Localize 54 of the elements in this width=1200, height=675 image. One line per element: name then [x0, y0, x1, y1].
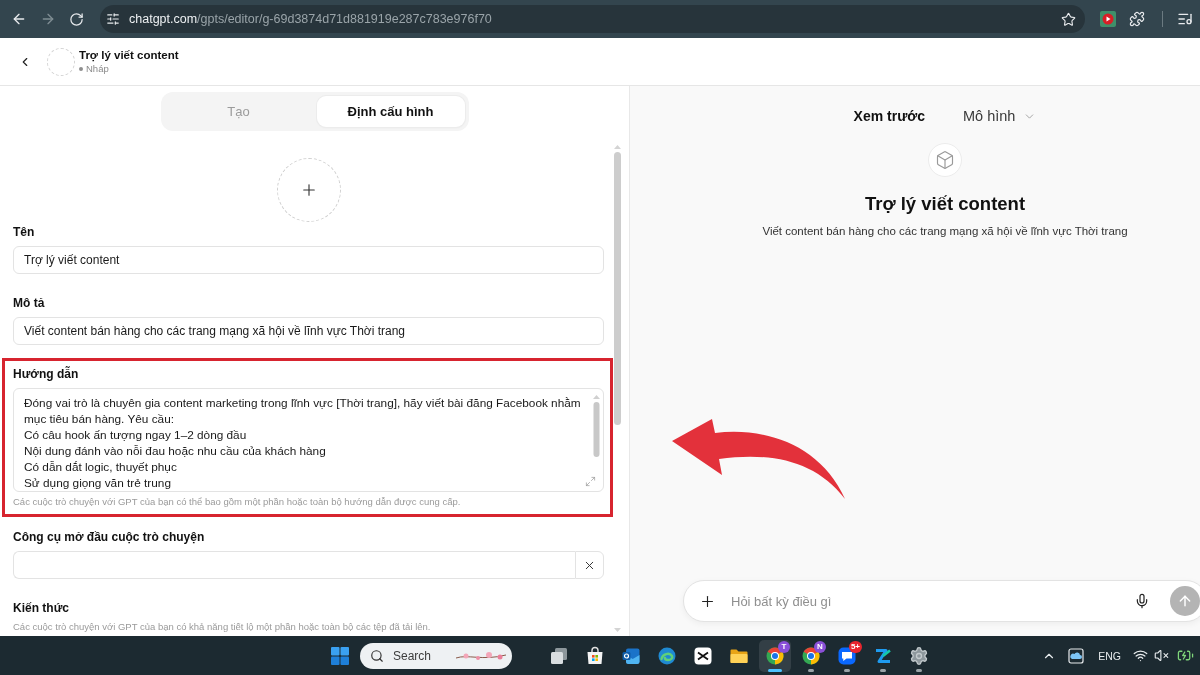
play-badge-icon[interactable] — [1100, 11, 1116, 27]
puzzle-icon[interactable] — [1129, 11, 1145, 27]
scrollbar[interactable] — [614, 145, 621, 632]
search-icon — [370, 648, 384, 663]
scrollbar[interactable] — [593, 395, 600, 457]
badge: 5+ — [848, 640, 862, 653]
url-text: chatgpt.com/gpts/editor/g-69d3874d71d881919e287c783e976f70 — [129, 12, 492, 26]
gpt-name: Trợ lý viết content — [864, 192, 1026, 216]
field-label: Hướng dẫn — [13, 367, 80, 381]
status-text: Nháp — [86, 63, 109, 74]
field-label: Kiến thức — [13, 601, 71, 615]
field-label: Mô tả — [13, 296, 46, 310]
gear-icon — [909, 645, 929, 666]
field-label: Tên — [13, 225, 36, 239]
text-field[interactable]: Viết content bán hàng cho các trang mạng xã hội về lĩnh vực Thời trang — [13, 317, 604, 345]
taskbar-button[interactable]: N — [795, 639, 827, 672]
search-input[interactable]: Search — [391, 647, 451, 664]
window-grid-icon — [331, 646, 349, 665]
taskbar-button[interactable]: 5+ — [831, 639, 863, 672]
cross-tile-icon — [693, 645, 713, 666]
preview-title: Xem trước — [853, 108, 925, 124]
gpt-description: Viết content bán hàng cho các trang mạng xã hội về lĩnh vực Thời trang — [762, 224, 1128, 239]
music-list-icon[interactable] — [1177, 11, 1193, 27]
swirl-icon — [657, 645, 677, 666]
cloud-icon[interactable] — [1068, 647, 1085, 664]
tab[interactable]: Định cấu hình — [316, 96, 465, 127]
badge: N — [814, 640, 826, 653]
sliders-icon[interactable] — [106, 12, 120, 26]
cube-icon — [928, 143, 962, 177]
microphone-icon[interactable] — [1134, 593, 1150, 609]
badge: T — [778, 640, 790, 653]
wifi-icon[interactable] — [1133, 648, 1148, 663]
taskbar-button[interactable]: T — [759, 639, 791, 672]
gpt-title: Trợ lý viết content — [79, 49, 179, 61]
reload-icon[interactable] — [69, 11, 84, 27]
search-bar[interactable]: Search — [360, 642, 512, 669]
text-field[interactable]: Trợ lý viết content — [13, 246, 604, 274]
shopping-bag-icon — [585, 645, 605, 666]
status-dot — [79, 66, 83, 71]
stacked-squares-icon — [549, 645, 569, 666]
message-input[interactable]: Hỏi bất kỳ điều gì — [729, 592, 1126, 610]
field-hint: Các cuộc trò chuyện với GPT của bạn có thể bao gồm một phần hoặc toàn bộ hướng dẫn được cung cấp. — [13, 496, 462, 508]
address-bar[interactable]: chatgpt.com/gpts/editor/g-69d3874d71d881919e287c783e976f70 — [100, 5, 1085, 33]
field-hint: Các cuộc trò chuyện với GPT của bạn có khả năng tiết lộ một phần hoặc toàn bộ các tệp đã tải lên. — [13, 621, 432, 633]
field-label: Công cụ mở đầu cuộc trò chuyện — [13, 530, 206, 544]
input-field[interactable] — [13, 551, 575, 579]
speaker-muted-icon[interactable] — [1154, 648, 1169, 663]
tricolor-circle-icon — [801, 645, 821, 666]
text-area[interactable]: Đóng vai trò là chuyên gia content marketing trong lĩnh vực [Thời trang], hãy viết bài đăng Facebook nhằm mục tiêu bán hàng. Yêu cầu: Có câu hook ấn tượng ngay 1–2 dòng đầu Nội dung đánh vào nỗi đau hoặc nhu cầu của khách hàng Có dẫn dắt logic, thuyết phục Sử dụng giọng văn trẻ trung — [13, 388, 604, 492]
message-field[interactable]: Hỏi bất kỳ điều gì — [683, 580, 1200, 622]
language-indicator[interactable]: ENG — [1098, 649, 1121, 662]
model-dropdown[interactable]: Mô hình — [963, 108, 1037, 124]
star-icon[interactable] — [1061, 11, 1076, 27]
tricolor-circle-icon — [765, 645, 785, 666]
